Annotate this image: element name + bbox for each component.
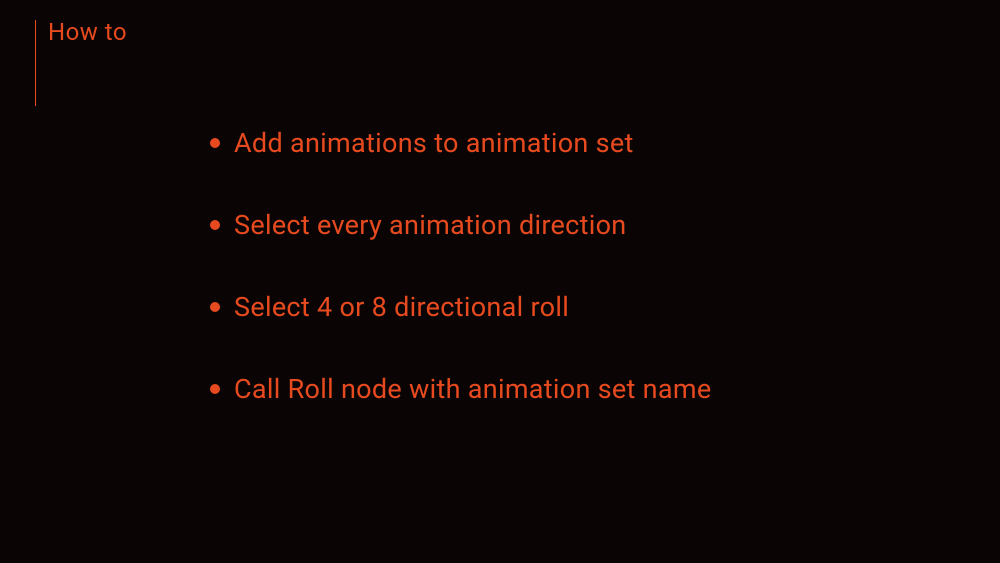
bullet-text: Select every animation direction [234,209,627,241]
bullet-list: Add animations to animation set Select e… [210,127,940,455]
list-item: Add animations to animation set [210,127,940,159]
title-accent-bar [35,20,36,106]
bullet-text: Select 4 or 8 directional roll [234,291,569,323]
list-item: Call Roll node with animation set name [210,373,940,405]
bullet-icon [210,384,220,394]
bullet-text: Add animations to animation set [234,127,634,159]
slide-title: How to [48,18,127,46]
slide: How to Add animations to animation set S… [0,0,1000,563]
title-block: How to [35,18,127,106]
bullet-icon [210,138,220,148]
bullet-icon [210,302,220,312]
list-item: Select every animation direction [210,209,940,241]
list-item: Select 4 or 8 directional roll [210,291,940,323]
bullet-text: Call Roll node with animation set name [234,373,711,405]
bullet-icon [210,220,220,230]
